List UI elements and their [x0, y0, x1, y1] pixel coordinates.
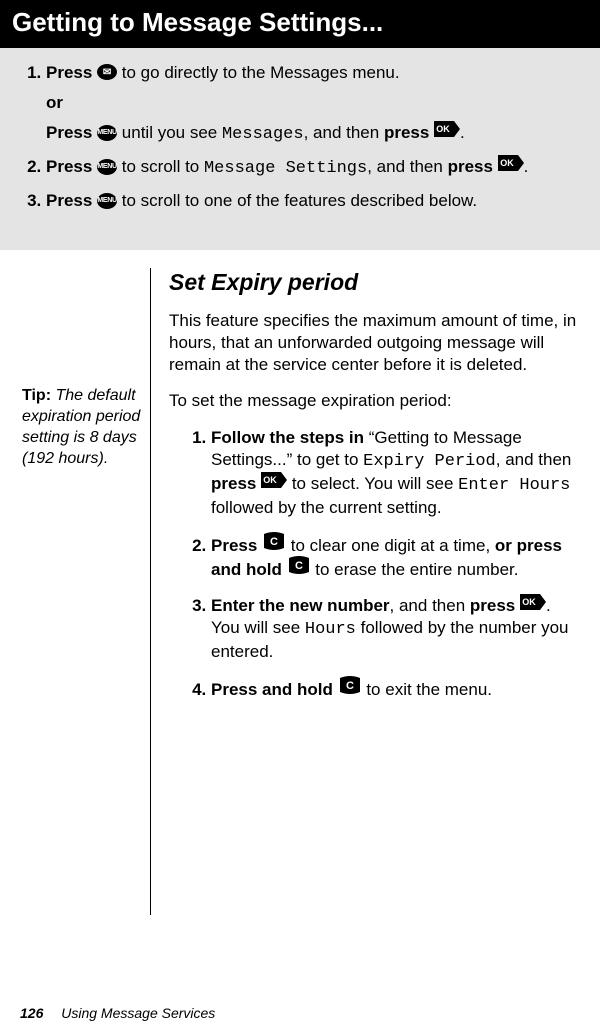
- page-footer: 126 Using Message Services: [20, 1004, 215, 1022]
- text-or: or: [46, 93, 63, 112]
- menu-icon: MENU: [97, 193, 117, 209]
- lcd-text: Expiry Period: [363, 452, 496, 471]
- paragraph: This feature specifies the maximum amoun…: [169, 310, 578, 376]
- lcd-text: Enter Hours: [458, 476, 570, 495]
- text: to erase the entire number.: [311, 560, 519, 579]
- intro-step-1: Press ✉ to go directly to the Messages m…: [46, 62, 578, 146]
- text: .: [524, 157, 529, 176]
- page-number: 126: [20, 1005, 43, 1021]
- svg-text:OK: OK: [436, 124, 450, 134]
- step-2: Press C to clear one digit at a time, or…: [211, 533, 578, 581]
- c-icon: C: [287, 556, 311, 574]
- c-icon: C: [262, 532, 286, 550]
- step-3: Enter the new number, and then press OK …: [211, 595, 578, 663]
- text: , and then: [496, 450, 572, 469]
- text: to go directly to the Messages menu.: [117, 63, 400, 82]
- steps-list: Follow the steps in “Getting to Message …: [169, 427, 578, 702]
- lcd-text: Hours: [305, 620, 356, 639]
- text: followed by the current setting.: [211, 498, 442, 517]
- right-column: Set Expiry period This feature specifies…: [150, 268, 578, 915]
- text-press: press: [470, 596, 515, 615]
- svg-text:C: C: [270, 536, 278, 548]
- section-header: Getting to Message Settings...: [0, 0, 600, 48]
- left-column: Tip: The default expiration period setti…: [22, 268, 150, 915]
- ok-icon: OK: [261, 472, 287, 488]
- text: , and then: [304, 123, 384, 142]
- ok-icon: OK: [498, 155, 524, 171]
- text-bold: Enter the new number: [211, 596, 390, 615]
- menu-icon: MENU: [97, 159, 117, 175]
- text-bold: Follow the steps in: [211, 428, 364, 447]
- text-bold: Press and hold: [211, 680, 333, 699]
- section-title: Set Expiry period: [169, 268, 578, 298]
- text: to exit the menu.: [362, 680, 492, 699]
- svg-text:OK: OK: [522, 597, 536, 607]
- ok-icon: OK: [520, 594, 546, 610]
- text: to clear one digit at a time,: [286, 536, 495, 555]
- lcd-text: Message Settings: [204, 159, 367, 178]
- chapter-title: Using Message Services: [61, 1005, 215, 1021]
- svg-text:OK: OK: [263, 475, 277, 485]
- text-press: Press: [46, 123, 92, 142]
- text-press: press: [384, 123, 429, 142]
- header-title: Getting to Message Settings...: [12, 7, 383, 37]
- svg-text:OK: OK: [500, 158, 514, 168]
- text: to scroll to: [117, 157, 204, 176]
- tip-label: Tip:: [22, 387, 55, 404]
- c-icon: C: [338, 676, 362, 694]
- text-press: Press: [211, 536, 257, 555]
- text-press: press: [448, 157, 493, 176]
- text: , and then: [390, 596, 470, 615]
- step-1: Follow the steps in “Getting to Message …: [211, 427, 578, 519]
- svg-text:C: C: [295, 560, 303, 572]
- text-press: Press: [46, 63, 92, 82]
- intro-steps-box: Press ✉ to go directly to the Messages m…: [0, 48, 600, 250]
- intro-step-3: Press MENU to scroll to one of the featu…: [46, 190, 578, 212]
- menu-icon: MENU: [97, 125, 117, 141]
- tip-block: Tip: The default expiration period setti…: [22, 386, 142, 469]
- text-press: press: [211, 474, 256, 493]
- ok-icon: OK: [434, 121, 460, 137]
- paragraph: To set the message expiration period:: [169, 390, 578, 412]
- text-press: Press: [46, 157, 92, 176]
- step-4: Press and hold C to exit the menu.: [211, 677, 578, 701]
- text-press: Press: [46, 191, 92, 210]
- text: until you see: [117, 123, 222, 142]
- intro-step-2: Press MENU to scroll to Message Settings…: [46, 156, 578, 180]
- text: to select. You will see: [287, 474, 458, 493]
- svg-text:C: C: [346, 680, 354, 692]
- body-two-column: Tip: The default expiration period setti…: [0, 250, 600, 915]
- intro-steps-list: Press ✉ to go directly to the Messages m…: [22, 62, 578, 212]
- envelope-icon: ✉: [97, 64, 117, 80]
- text: .: [460, 123, 465, 142]
- lcd-text: Messages: [222, 125, 304, 144]
- text: , and then: [367, 157, 447, 176]
- text: to scroll to one of the features describ…: [117, 191, 477, 210]
